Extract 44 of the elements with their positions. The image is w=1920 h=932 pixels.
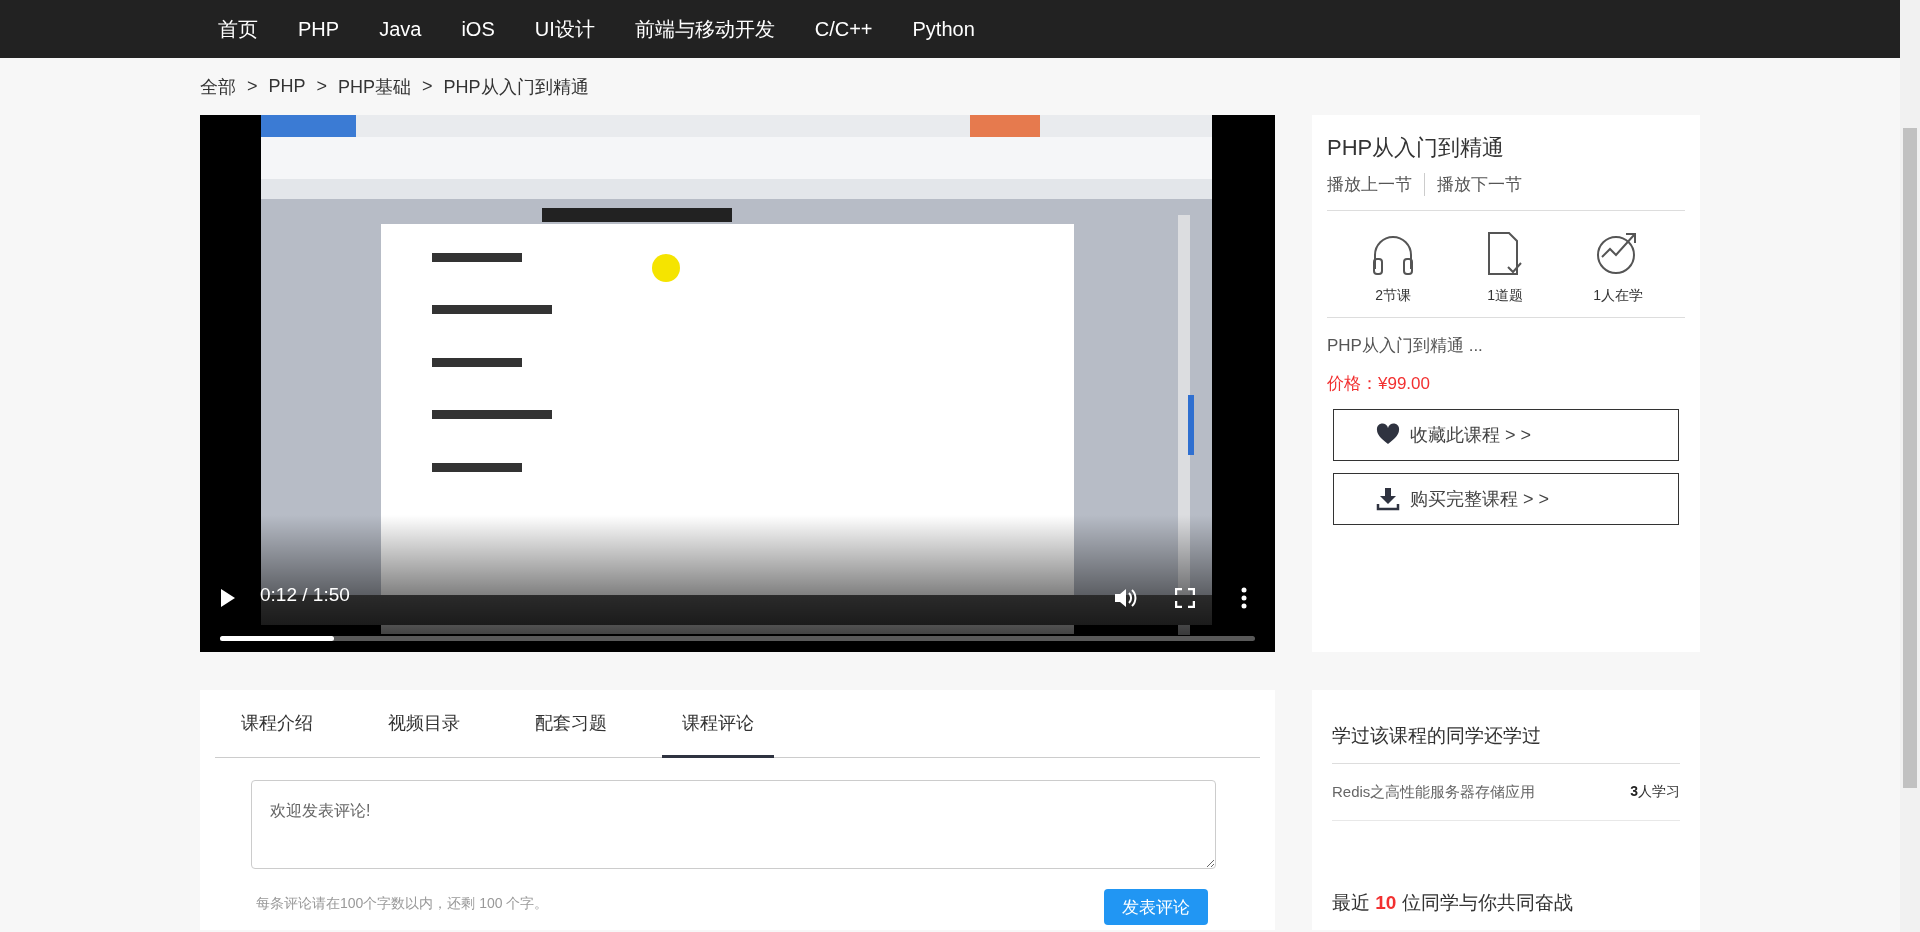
video-time: 0:12 / 1:50 bbox=[260, 584, 350, 606]
nav-link[interactable]: iOS bbox=[443, 17, 513, 41]
learner-count: 3人学习 bbox=[1630, 783, 1680, 801]
tab[interactable]: 配套习题 bbox=[515, 690, 627, 758]
section-title: 最近 10 位同学与你共同奋战 bbox=[1332, 891, 1573, 915]
section-title: 学过该课程的同学还学过 bbox=[1332, 690, 1680, 764]
more-icon[interactable] bbox=[1240, 587, 1248, 609]
breadcrumb-link[interactable]: PHP bbox=[268, 76, 306, 97]
stat-label: 1道题 bbox=[1487, 287, 1523, 305]
tab[interactable]: 课程评论 bbox=[662, 690, 774, 758]
breadcrumb-link[interactable]: PHP从入门到精通 bbox=[443, 74, 589, 99]
nav-link[interactable]: C/C++ bbox=[796, 17, 891, 41]
favorite-button[interactable]: 收藏此课程 > > bbox=[1333, 409, 1679, 461]
stat-label: 2节课 bbox=[1375, 287, 1411, 305]
scrollbar[interactable] bbox=[1900, 0, 1920, 932]
stat-label: 1人在学 bbox=[1593, 287, 1643, 305]
nav-link[interactable]: PHP bbox=[280, 17, 358, 41]
course-summary: PHP从入门到精通 ... bbox=[1327, 335, 1484, 357]
comment-hint: 每条评论请在100个字数以内，还剩 100 个字。 bbox=[256, 895, 549, 913]
nav-link[interactable]: 前端与移动开发 bbox=[616, 15, 793, 43]
nav-link[interactable]: 首页 bbox=[200, 15, 276, 43]
nav-link[interactable]: Java bbox=[361, 17, 440, 41]
breadcrumb-separator: > bbox=[247, 76, 258, 97]
course-price: 价格：¥99.00 bbox=[1327, 373, 1431, 395]
scrollbar-thumb[interactable] bbox=[1903, 128, 1917, 788]
breadcrumb-separator: > bbox=[316, 76, 328, 97]
heart-icon bbox=[1376, 423, 1400, 447]
download-icon bbox=[1376, 487, 1400, 511]
tab[interactable]: 视频目录 bbox=[368, 690, 480, 758]
course-link[interactable]: Redis之高性能服务器存储应用 bbox=[1332, 782, 1536, 802]
nav-link[interactable]: UI设计 bbox=[516, 15, 613, 43]
breadcrumb-link[interactable]: PHP基础 bbox=[338, 74, 412, 99]
volume-icon[interactable] bbox=[1113, 587, 1137, 609]
fullscreen-icon[interactable] bbox=[1175, 588, 1195, 608]
breadcrumb-link[interactable]: 全部 bbox=[200, 74, 236, 99]
comment-field[interactable]: 欢迎发表评论! bbox=[251, 780, 1216, 869]
tab[interactable]: 课程介绍 bbox=[221, 690, 333, 758]
course-title: PHP从入门到精通 bbox=[1327, 134, 1506, 162]
next-lesson-link[interactable]: 播放下一节 bbox=[1437, 173, 1522, 196]
progress-bar[interactable] bbox=[220, 636, 1255, 641]
buy-button[interactable]: 购买完整课程 > > bbox=[1333, 473, 1679, 525]
breadcrumb-separator: > bbox=[422, 76, 433, 97]
previous-lesson-link[interactable]: 播放上一节 bbox=[1327, 173, 1412, 196]
nav-link[interactable]: Python bbox=[894, 17, 993, 41]
